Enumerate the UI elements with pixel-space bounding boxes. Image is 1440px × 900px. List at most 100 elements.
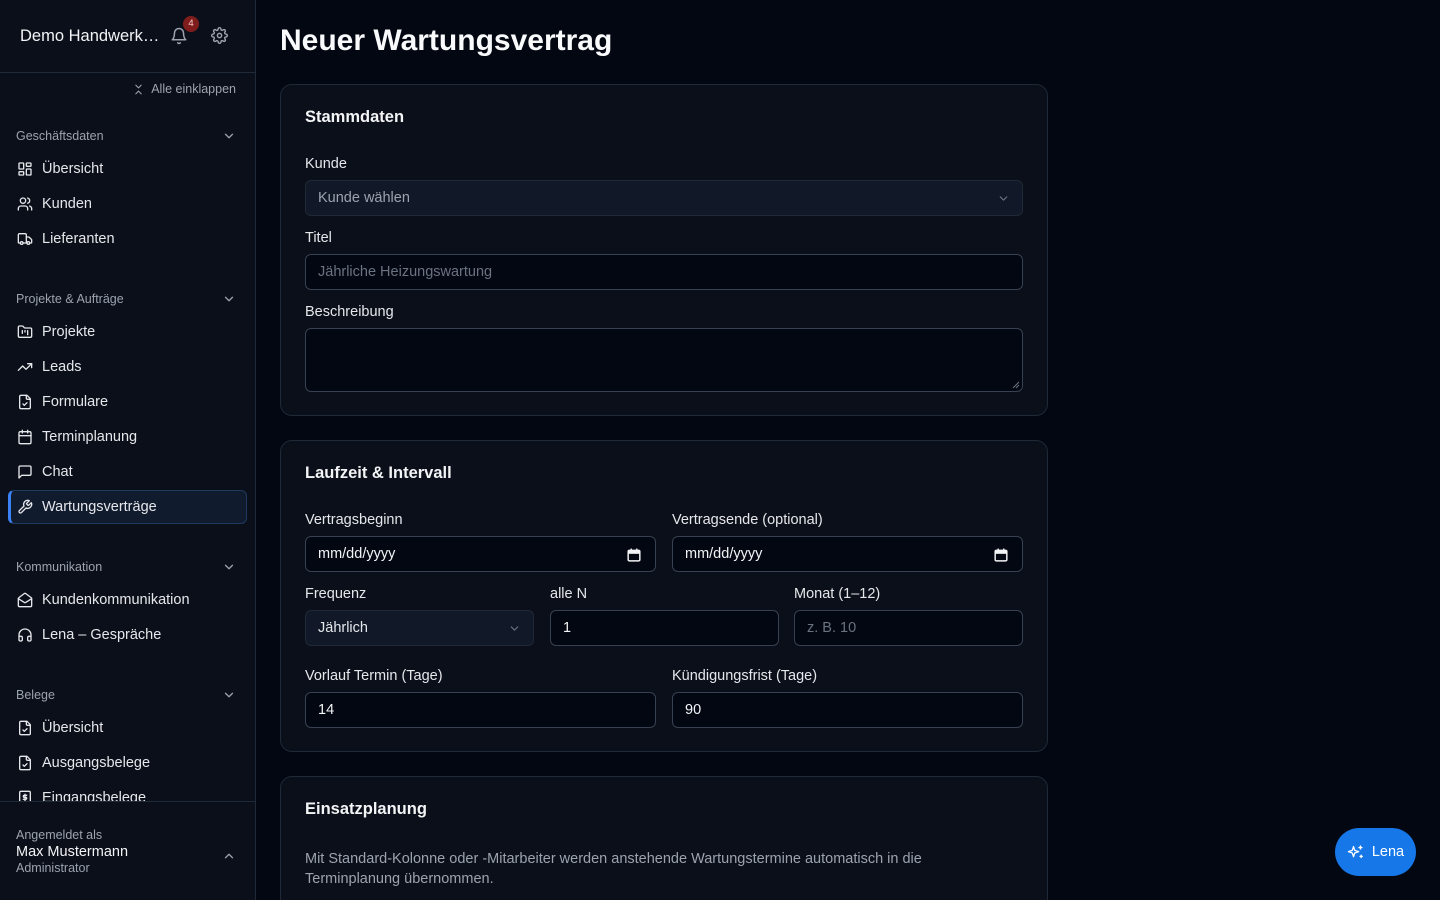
monat-input[interactable]: z. B. 10 (794, 610, 1023, 646)
chevron-down-icon (510, 625, 519, 631)
vorlauf-input[interactable]: 14 (305, 692, 656, 728)
mail-open-icon (17, 592, 33, 608)
file-check-icon (19, 394, 31, 410)
sidebar-header: Demo Handwerksbetrieb 4 (0, 0, 255, 73)
chevron-down-icon (224, 133, 234, 139)
user-name: Max Mustermann (16, 844, 129, 860)
chevron-down-icon (224, 692, 234, 698)
sidebar-item-lena-gespraeche[interactable]: Lena – Gespräche (8, 618, 247, 652)
users-icon (17, 197, 33, 211)
sidebar-item-label: Kundenkommunikation (42, 592, 190, 608)
user-menu[interactable]: Angemeldet als Max Mustermann Administra… (0, 801, 255, 900)
kunde-select[interactable]: Kunde wählen (305, 180, 1023, 216)
message-square-icon (18, 465, 32, 479)
sidebar-item-leads[interactable]: Leads (8, 350, 247, 384)
frequenz-value: Jährlich (318, 620, 368, 636)
sidebar-item-lieferanten[interactable]: Lieferanten (8, 222, 247, 256)
kuendigungsfrist-value: 90 (685, 702, 702, 718)
section-title: Geschäftsdaten (16, 129, 104, 143)
alle-n-input[interactable]: 1 (550, 610, 779, 646)
section-header-belege[interactable]: Belege (0, 685, 255, 705)
receipt-icon (19, 790, 31, 801)
sidebar-item-label: Kunden (42, 196, 92, 212)
kunde-label: Kunde (305, 156, 347, 172)
sidebar-item-label: Projekte (42, 324, 96, 340)
wrench-icon (18, 499, 33, 514)
sidebar-item-ausgangsbelege[interactable]: Ausgangsbelege (8, 746, 247, 780)
sidebar-item-label: Leads (42, 359, 82, 375)
calendar-icon[interactable] (627, 548, 641, 562)
resize-handle-icon[interactable] (1012, 381, 1020, 389)
chevrons-collapse-icon (135, 84, 142, 94)
truck-icon (17, 233, 33, 245)
sidebar-item-uebersicht[interactable]: Übersicht (8, 152, 247, 186)
sidebar-item-label: Formulare (42, 394, 109, 410)
sidebar-item-belege-uebersicht[interactable]: Übersicht (8, 711, 247, 745)
chevron-down-icon (224, 296, 234, 302)
lena-assistant-button[interactable]: Lena (1335, 828, 1416, 876)
headphones-icon (18, 628, 32, 642)
kuendigungsfrist-input[interactable]: 90 (672, 692, 1023, 728)
sidebar-item-label: Lena – Gespräche (42, 627, 162, 643)
file-check-icon (19, 720, 31, 736)
card-einsatzplanung: Einsatzplanung Mit Standard-Kolonne oder… (280, 776, 1048, 900)
titel-placeholder: Jährliche Heizungswartung (318, 264, 493, 280)
vertragsbeginn-label: Vertragsbeginn (305, 512, 403, 528)
einsatz-hint: Mit Standard-Kolonne oder -Mitarbeiter w… (305, 851, 922, 887)
section-title: Kommunikation (16, 560, 103, 574)
section-header-kommunikation[interactable]: Kommunikation (0, 557, 255, 577)
chevron-down-icon (224, 564, 234, 570)
vorlauf-label: Vorlauf Termin (Tage) (305, 668, 443, 684)
vertragsbeginn-date-input[interactable]: mm/dd/yyyy (305, 536, 656, 572)
section-header-geschaeftsdaten[interactable]: Geschäftsdaten (0, 126, 255, 146)
beschreibung-textarea[interactable] (305, 328, 1023, 392)
file-check-icon (19, 755, 31, 771)
sidebar-item-chat[interactable]: Chat (8, 455, 247, 489)
gear-icon[interactable] (211, 27, 228, 44)
sidebar-item-label: Übersicht (42, 720, 104, 736)
monat-placeholder: z. B. 10 (807, 620, 857, 636)
frequenz-label: Frequenz (305, 586, 367, 602)
sidebar-item-label: Wartungsverträge (42, 499, 157, 515)
sidebar-item-label: Eingangsbelege (42, 790, 147, 801)
collapse-all-label: Alle einklappen (151, 82, 236, 96)
vertragsende-value: mm/dd/yyyy (685, 546, 763, 562)
sidebar-item-terminplanung[interactable]: Terminplanung (8, 420, 247, 454)
dashboard-icon (18, 162, 32, 176)
chevron-down-icon (999, 195, 1008, 201)
sidebar-item-projekte[interactable]: Projekte (8, 315, 247, 349)
sidebar-item-label: Chat (42, 464, 73, 480)
vertragsende-label: Vertragsende (optional) (672, 512, 823, 528)
card-title: Laufzeit & Intervall (305, 464, 452, 482)
sidebar-item-label: Lieferanten (42, 231, 115, 247)
calendar-icon[interactable] (994, 548, 1008, 562)
company-name[interactable]: Demo Handwerksbetrieb (20, 27, 160, 46)
sidebar-item-formulare[interactable]: Formulare (8, 385, 247, 419)
card-title: Stammdaten (305, 108, 405, 126)
sidebar-item-kunden[interactable]: Kunden (8, 187, 247, 221)
sidebar: Demo Handwerksbetrieb 4 Alle einklappen … (0, 0, 256, 900)
chevron-up-icon[interactable] (222, 849, 236, 863)
user-role: Administrator (16, 861, 90, 875)
sparkles-icon (1347, 844, 1363, 858)
titel-input[interactable]: Jährliche Heizungswartung (305, 254, 1023, 290)
folder-kanban-icon (17, 325, 33, 338)
sidebar-nav: Geschäftsdaten Übersicht Kunden Lieferan… (0, 108, 255, 801)
sidebar-item-wartungsvertraege[interactable]: Wartungsverträge (8, 490, 247, 524)
card-stammdaten: Stammdaten Kunde Kunde wählen Titel Jähr… (280, 84, 1048, 416)
notification-badge: 4 (183, 16, 199, 32)
section-header-projekte[interactable]: Projekte & Aufträge (0, 289, 255, 309)
vorlauf-value: 14 (318, 702, 335, 718)
sidebar-item-kundenkommunikation[interactable]: Kundenkommunikation (8, 583, 247, 617)
monat-label: Monat (1–12) (794, 586, 881, 602)
vertragsende-date-input[interactable]: mm/dd/yyyy (672, 536, 1023, 572)
section-title: Belege (16, 688, 55, 702)
sidebar-item-label: Terminplanung (42, 429, 138, 445)
sidebar-item-eingangsbelege[interactable]: Eingangsbelege (8, 781, 247, 801)
frequenz-select[interactable]: Jährlich (305, 610, 534, 646)
vertragsbeginn-value: mm/dd/yyyy (318, 546, 396, 562)
collapse-all-button[interactable]: Alle einklappen (132, 82, 236, 96)
page-title: Neuer Wartungsvertrag (280, 24, 613, 57)
sidebar-item-label: Ausgangsbelege (42, 755, 151, 771)
signed-in-label: Angemeldet als (16, 828, 103, 842)
